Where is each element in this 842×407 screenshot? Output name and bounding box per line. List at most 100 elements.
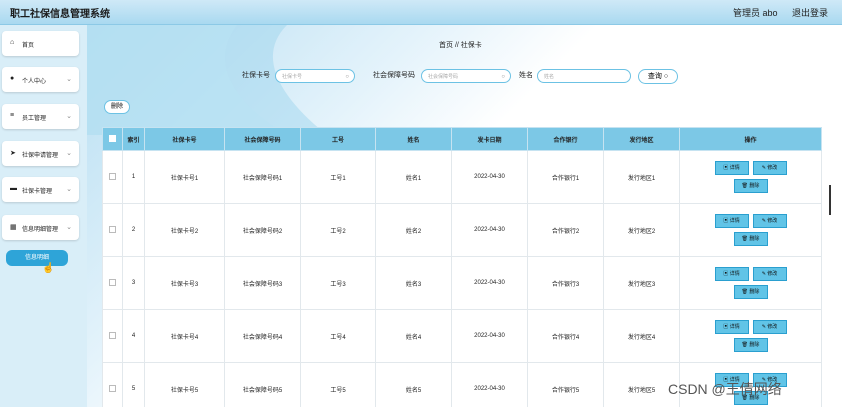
column-header: 索引 xyxy=(122,127,145,151)
breadcrumb-separator: // xyxy=(454,42,459,49)
delete-label: 删除 xyxy=(749,342,760,348)
sidebar-item-label: 员工管理 xyxy=(22,116,47,122)
column-header: 操作 xyxy=(679,127,822,151)
edit-button[interactable]: ✎ 修改 xyxy=(752,214,787,228)
search-icon: ○ xyxy=(663,73,669,80)
sidebar-subitem-detail[interactable]: 信息明细 xyxy=(6,250,68,266)
logout-link[interactable]: 退出登录 xyxy=(792,8,828,18)
row-checkbox[interactable] xyxy=(102,203,123,257)
sidebar-item-home[interactable]: ⌂ 首页 xyxy=(2,31,79,56)
search-icon: ○ xyxy=(345,74,349,80)
row-checkbox[interactable] xyxy=(102,256,123,310)
row-delete-button[interactable]: 🗑 删除 xyxy=(733,232,768,246)
column-header: 姓名 xyxy=(375,127,452,151)
delete-label: 删除 xyxy=(749,236,760,242)
breadcrumb-home[interactable]: 首页 xyxy=(439,42,453,49)
name-placeholder: 姓名 xyxy=(544,74,555,80)
grid-icon: ▦ xyxy=(10,224,17,231)
table-cell: 合作银行4 xyxy=(527,309,604,363)
column-header: 发行地区 xyxy=(603,127,680,151)
chevron-down-icon: ⌄ xyxy=(66,150,72,157)
main-content: 首页 // 社保卡 社保卡号 社保卡号 ○ 社会保障号码 社会保障号码 ○ 姓名… xyxy=(87,25,842,407)
row-checkbox[interactable] xyxy=(102,362,123,407)
chevron-down-icon: ⌄ xyxy=(66,113,72,120)
row-delete-button[interactable]: 🗑 删除 xyxy=(733,338,768,352)
chevron-down-icon: ⌄ xyxy=(66,186,72,193)
table-cell: 4 xyxy=(122,309,145,363)
table-cell: 姓名1 xyxy=(375,150,452,204)
column-header: 社会保障号码 xyxy=(224,127,301,151)
sidebar-item-detail[interactable]: ▦ 信息明细管理 ⌄ xyxy=(2,215,79,240)
sin-input[interactable]: 社会保障号码 ○ xyxy=(421,69,511,83)
table-cell: 工号2 xyxy=(300,203,376,257)
search-button[interactable]: 查询 ○ xyxy=(638,69,678,84)
social-card-table: 索引 社保卡号 社会保障号码 工号 姓名 发卡日期 合作银行 发行地区 操作 1… xyxy=(102,127,822,407)
system-title: 职工社保信息管理系统 xyxy=(10,9,110,20)
table-cell: 5 xyxy=(122,362,145,407)
detail-button[interactable]: ▣ 详情 xyxy=(714,161,749,175)
card-number-placeholder: 社保卡号 xyxy=(282,74,303,80)
table-cell: 社保卡号4 xyxy=(144,309,225,363)
sidebar-item-staff[interactable]: ≡ 员工管理 ⌄ xyxy=(2,104,79,129)
sidebar-item-label: 社保卡管理 xyxy=(22,189,53,195)
table-cell: 姓名4 xyxy=(375,309,452,363)
table-cell: 合作银行1 xyxy=(527,150,604,204)
detail-label: 详情 xyxy=(729,324,740,330)
scrollbar[interactable] xyxy=(829,185,831,215)
table-cell: 社会保障号码3 xyxy=(224,256,301,310)
table-cell: 合作银行3 xyxy=(527,256,604,310)
column-header: 合作银行 xyxy=(527,127,604,151)
name-input[interactable]: 姓名 xyxy=(537,69,631,83)
pointer-cursor-icon: ☝ xyxy=(42,263,55,274)
row-delete-button[interactable]: 🗑 删除 xyxy=(733,179,768,193)
edit-button[interactable]: ✎ 修改 xyxy=(752,161,787,175)
table-cell: 2022-04-30 xyxy=(451,256,528,310)
sidebar-item-label: 信息明细管理 xyxy=(22,227,59,233)
top-bar: 职工社保信息管理系统 管理员 abo 退出登录 xyxy=(0,0,842,25)
table-row: 1 社保卡号1 社会保障号码1 工号1 姓名1 2022-04-30 合作银行1 发行地区1 ▣… xyxy=(102,150,822,204)
table-cell: 姓名5 xyxy=(375,362,452,407)
row-checkbox[interactable] xyxy=(102,309,123,363)
table-cell: 社会保障号码1 xyxy=(224,150,301,204)
delete-label: 删除 xyxy=(749,183,760,189)
table-row: 2 社保卡号2 社会保障号码2 工号2 姓名2 2022-04-30 合作银行2 发行地区2 ▣… xyxy=(102,203,822,257)
column-header: 工号 xyxy=(300,127,376,151)
row-checkbox[interactable] xyxy=(102,150,123,204)
table-cell: 工号5 xyxy=(300,362,376,407)
edit-label: 修改 xyxy=(767,324,778,330)
sidebar-item-card[interactable]: ▬ 社保卡管理 ⌄ xyxy=(2,177,79,202)
table-cell: 合作银行5 xyxy=(527,362,604,407)
detail-button[interactable]: ▣ 详情 xyxy=(714,267,749,281)
detail-button[interactable]: ▣ 详情 xyxy=(714,214,749,228)
sidebar-item-apply[interactable]: ➤ 社保申请管理 ⌄ xyxy=(2,141,79,166)
edit-button[interactable]: ✎ 修改 xyxy=(752,267,787,281)
card-number-label: 社保卡号 xyxy=(242,72,270,79)
detail-label: 详情 xyxy=(729,218,740,224)
breadcrumb: 首页 // 社保卡 xyxy=(439,40,482,50)
row-delete-button[interactable]: 🗑 删除 xyxy=(733,285,768,299)
table-header-row: 索引 社保卡号 社会保障号码 工号 姓名 发卡日期 合作银行 发行地区 操作 xyxy=(102,127,822,151)
staff-icon: ≡ xyxy=(10,112,15,119)
table-cell: 社会保障号码2 xyxy=(224,203,301,257)
select-all-checkbox[interactable] xyxy=(102,127,123,151)
table-cell: 2 xyxy=(122,203,145,257)
table-row: 3 社保卡号3 社会保障号码3 工号3 姓名3 2022-04-30 合作银行3 发行地区3 ▣… xyxy=(102,256,822,310)
table-cell: 社保卡号5 xyxy=(144,362,225,407)
detail-button[interactable]: ▣ 详情 xyxy=(714,320,749,334)
table-cell: 社会保障号码5 xyxy=(224,362,301,407)
card-number-input[interactable]: 社保卡号 ○ xyxy=(275,69,355,83)
sidebar-item-label: 个人中心 xyxy=(22,79,47,85)
edit-label: 修改 xyxy=(767,218,778,224)
sidebar-item-profile[interactable]: ● 个人中心 ⌄ xyxy=(2,67,79,92)
table-row: 4 社保卡号4 社会保障号码4 工号4 姓名4 2022-04-30 合作银行4 发行地区4 ▣… xyxy=(102,309,822,363)
home-icon: ⌂ xyxy=(10,39,15,46)
sidebar: ⌂ 首页 ● 个人中心 ⌄ ≡ 员工管理 ⌄ ➤ 社保申请管理 ⌄ ▬ 社保卡管… xyxy=(0,25,87,407)
sidebar-item-label: 首页 xyxy=(22,43,35,49)
send-icon: ➤ xyxy=(10,150,16,157)
delete-button[interactable]: 删除 xyxy=(104,100,130,114)
table-cell: 发行地区3 xyxy=(603,256,680,310)
search-button-label: 查询 xyxy=(647,73,662,80)
table-cell: 发行地区2 xyxy=(603,203,680,257)
row-actions: ▣ 详情 ✎ 修改 🗑 删除 xyxy=(679,256,822,310)
edit-button[interactable]: ✎ 修改 xyxy=(752,320,787,334)
